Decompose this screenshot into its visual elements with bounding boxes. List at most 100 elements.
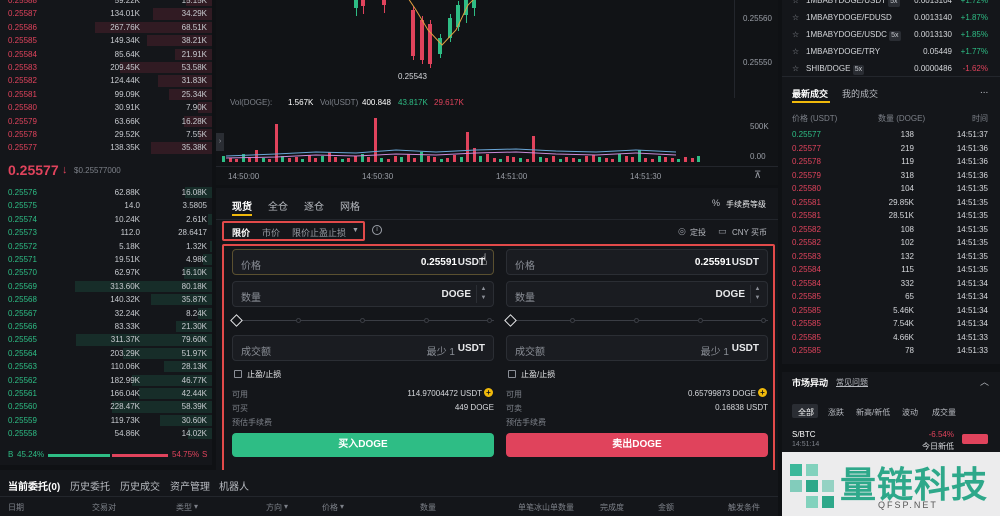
- tab-order-history[interactable]: 历史委托: [70, 478, 110, 493]
- star-icon[interactable]: ☆: [792, 43, 799, 60]
- orderbook-row[interactable]: 0.25569 313.60K 80.18K: [0, 280, 212, 293]
- slider-knob[interactable]: [504, 314, 517, 327]
- last-price-row[interactable]: 0.25577 ↓ $0.25577000: [0, 160, 212, 182]
- slider-stop[interactable]: [696, 316, 705, 325]
- tab-trade-history[interactable]: 历史成交: [120, 478, 160, 493]
- market-row[interactable]: ☆ SHIB/DOGE 5x 0.0000486 -1.62%: [782, 60, 1000, 77]
- orderbook-row[interactable]: 0.25580 30.91K 7.90K: [0, 101, 212, 114]
- orderbook-row[interactable]: 0.25578 29.52K 7.55K: [0, 128, 212, 141]
- slider-stop[interactable]: [422, 316, 431, 325]
- movers-faq-link[interactable]: 常见问题: [836, 377, 868, 388]
- order-type-market[interactable]: 市价: [262, 226, 280, 239]
- chart-collapse-handle[interactable]: ›: [216, 133, 224, 151]
- orderbook-row[interactable]: 0.25587 134.01K 34.29K: [0, 7, 212, 20]
- slider-stop[interactable]: [568, 316, 577, 325]
- star-icon[interactable]: ☆: [792, 9, 799, 26]
- star-icon[interactable]: ☆: [792, 26, 799, 43]
- orderbook-row[interactable]: 0.25576 62.88K 16.08K: [0, 186, 212, 199]
- slider-stop[interactable]: [759, 316, 768, 325]
- orderbook-row[interactable]: 0.25573 112.0 28.6417: [0, 226, 212, 239]
- orderbook-row[interactable]: 0.25565 311.37K 79.60K: [0, 333, 212, 346]
- movers-tab-change[interactable]: 涨跌: [828, 407, 844, 418]
- more-icon[interactable]: ...: [980, 85, 988, 96]
- market-row[interactable]: ☆ 1MBABYDOGE/TRY 0.05449 +1.77%: [782, 43, 1000, 60]
- chevron-down-icon[interactable]: ▼: [352, 227, 359, 234]
- market-row[interactable]: ☆ 1MBABYDOGE/FDUSD 0.0013140 +1.87%: [782, 9, 1000, 26]
- orderbook-row[interactable]: 0.25572 5.18K 1.32K: [0, 240, 212, 253]
- info-icon[interactable]: i: [372, 225, 382, 235]
- sell-percent-slider[interactable]: [504, 314, 768, 327]
- sell-price-input[interactable]: 价格 0.25591 USDT: [506, 249, 768, 275]
- orderbook-row[interactable]: 0.25574 10.24K 2.61K: [0, 213, 212, 226]
- orderbook-row[interactable]: 0.25582 124.44K 31.83K: [0, 74, 212, 87]
- orderbook-row[interactable]: 0.25571 19.51K 4.98K: [0, 253, 212, 266]
- sell-qty-input[interactable]: 数量 DOGE ▲ ▼: [506, 281, 768, 307]
- orderbook-row[interactable]: 0.25563 110.06K 28.13K: [0, 360, 212, 373]
- chevron-down-icon[interactable]: ▾: [340, 502, 344, 511]
- tab-open-orders[interactable]: 当前委托(0): [8, 478, 60, 493]
- buy-button[interactable]: 买入DOGE: [232, 433, 494, 457]
- order-type-limit[interactable]: 限价: [232, 226, 250, 239]
- movers-tab-high-low[interactable]: 新高/新低: [856, 407, 890, 418]
- fee-level-link[interactable]: 手续费等级: [726, 199, 766, 210]
- slider-stop[interactable]: [294, 316, 303, 325]
- order-type-stop-limit[interactable]: 限价止盈止损: [292, 226, 346, 239]
- orderbook-row[interactable]: 0.25588 59.22K 15.15K: [0, 0, 212, 7]
- orderbook-row[interactable]: 0.25584 85.64K 21.91K: [0, 48, 212, 61]
- chevron-down-icon[interactable]: ▾: [194, 502, 198, 511]
- sell-button[interactable]: 卖出DOGE: [506, 433, 768, 457]
- orderbook-row[interactable]: 0.25567 32.24K 8.24K: [0, 307, 212, 320]
- orderbook-row[interactable]: 0.25561 166.04K 42.44K: [0, 387, 212, 400]
- orderbook-row[interactable]: 0.25586 267.76K 68.51K: [0, 21, 212, 34]
- orderbook-row[interactable]: 0.25583 209.45K 53.58K: [0, 61, 212, 74]
- movers-tab-volume[interactable]: 成交量: [932, 407, 956, 418]
- qty-stepper[interactable]: ▲ ▼: [750, 285, 764, 303]
- tab-grid[interactable]: 网格: [340, 198, 360, 213]
- buy-tpsl-checkbox[interactable]: [234, 370, 242, 378]
- orderbook-row[interactable]: 0.25570 62.97K 16.10K: [0, 266, 212, 279]
- add-funds-icon[interactable]: +: [484, 388, 493, 397]
- buy-total-input[interactable]: 成交额 最少 1 USDT: [232, 335, 494, 361]
- sell-tpsl-checkbox[interactable]: [508, 370, 516, 378]
- sell-total-input[interactable]: 成交额 最少 1 USDT: [506, 335, 768, 361]
- slider-knob[interactable]: [230, 314, 243, 327]
- slider-stop[interactable]: [632, 316, 641, 325]
- tab-latest-trades[interactable]: 最新成交: [792, 87, 828, 100]
- chevron-up-icon[interactable]: ︿: [980, 375, 989, 388]
- buy-qty-input[interactable]: 数量 DOGE ▲ ▼: [232, 281, 494, 307]
- orderbook-row[interactable]: 0.25581 99.09K 25.34K: [0, 88, 212, 101]
- fixed-invest-link[interactable]: 定投: [690, 227, 706, 238]
- movers-tab-all[interactable]: 全部: [798, 407, 814, 418]
- chevron-down-icon[interactable]: ▾: [284, 502, 288, 511]
- cny-buy-link[interactable]: CNY 买币: [732, 227, 767, 238]
- orderbook-row[interactable]: 0.25560 228.47K 58.39K: [0, 400, 212, 413]
- star-icon[interactable]: ☆: [792, 60, 799, 77]
- orderbook-row[interactable]: 0.25577 138.35K 35.38K: [0, 141, 212, 154]
- col-side[interactable]: 方向: [266, 502, 282, 513]
- movers-tab-volatility[interactable]: 波动: [902, 407, 918, 418]
- tab-bots[interactable]: 机器人: [219, 478, 249, 493]
- orderbook-row[interactable]: 0.25585 149.34K 38.21K: [0, 34, 212, 47]
- tab-isolated[interactable]: 逐仓: [304, 198, 324, 213]
- orderbook-row[interactable]: 0.25562 182.99K 46.77K: [0, 374, 212, 387]
- orderbook-row[interactable]: 0.25559 119.73K 30.60K: [0, 414, 212, 427]
- orderbook-row[interactable]: 0.25568 140.32K 35.87K: [0, 293, 212, 306]
- slider-stop[interactable]: [485, 316, 494, 325]
- orderbook-row[interactable]: 0.25564 203.29K 51.97K: [0, 347, 212, 360]
- orderbook-row[interactable]: 0.25558 54.86K 14.02K: [0, 427, 212, 440]
- tab-spot[interactable]: 现货: [232, 198, 252, 213]
- qty-stepper[interactable]: ▲ ▼: [476, 285, 490, 303]
- tab-assets[interactable]: 资产管理: [170, 478, 210, 493]
- market-row[interactable]: ☆ 1MBABYDOGE/USDC 5x 0.0013130 +1.85%: [782, 26, 1000, 43]
- col-type[interactable]: 类型: [176, 502, 192, 513]
- orderbook-row[interactable]: 0.25579 63.66K 16.28K: [0, 115, 212, 128]
- orderbook-row[interactable]: 0.25575 14.0 3.5805: [0, 199, 212, 212]
- star-icon[interactable]: ☆: [792, 0, 799, 9]
- mover-item[interactable]: S/BTC 14:51:14 -6.54% 今日新低: [782, 428, 1000, 452]
- tab-my-trades[interactable]: 我的成交: [842, 87, 878, 100]
- tab-cross[interactable]: 全仓: [268, 198, 288, 213]
- reset-view-icon[interactable]: ⊼: [754, 170, 761, 181]
- buy-percent-slider[interactable]: [230, 314, 494, 327]
- kline-chart[interactable]: 0.25543 0.25560 0.25550 Vol(DOGE): 1.567…: [216, 0, 778, 185]
- market-row[interactable]: ☆ 1MBABYDOGE/USDT 5x 0.0013104 +1.72%: [782, 0, 1000, 9]
